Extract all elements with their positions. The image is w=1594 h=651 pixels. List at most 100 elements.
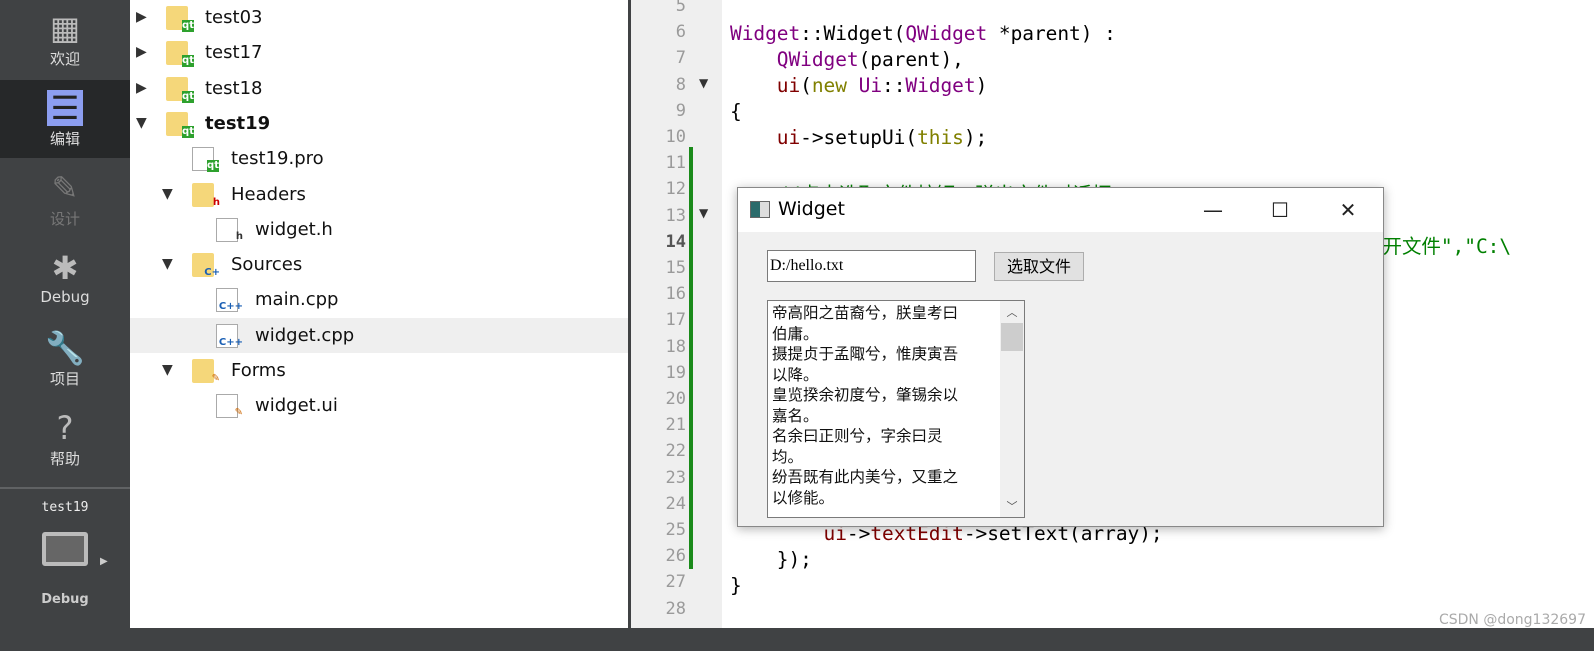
tree-item-label: main.cpp [255,289,339,311]
tree-item-label: test19 [205,112,271,134]
line-number-gutter: 5 6 7 8 9 10 11 12 13 14 15 16 17 18 19 20 21 22 23 24 25 26 2… [631,0,722,628]
line-number: 22 [665,441,686,462]
line-number: 18 [665,336,686,357]
bug-icon: ✱ [51,249,79,287]
cpp-file-icon: C++ [216,323,243,348]
help-icon: ? [56,409,74,447]
qt-project-folder-icon: qt [166,41,194,68]
tree-item-label: Sources [231,254,303,276]
text-line: 帝高阳之苗裔兮，朕皇考曰 [772,304,959,322]
minimize-button[interactable]: — [1183,188,1243,232]
tree-item[interactable]: qt test19.pro [130,141,628,176]
tree-item[interactable]: C++ widget.cpp [130,317,628,353]
code-line: }); [730,548,812,571]
mode-help[interactable]: ? 帮助 [0,400,130,478]
dialog-title: Widget [778,198,845,220]
mode-bug[interactable]: ✱ Debug [0,240,130,318]
scrollbar[interactable]: ︿ ﹀ [1000,301,1024,517]
tree-item-label: widget.cpp [255,324,355,346]
qt-project-folder-icon: qt [166,6,194,32]
expanded-arrow-icon[interactable]: ▼ [162,247,173,282]
tree-item[interactable]: ▼ h Headers [130,177,628,212]
text-line: 以降。 [772,365,819,384]
code-line: { [730,100,742,123]
text-line: 以修能。 [772,488,835,507]
mode-sidebar: ▦ 欢迎 ☰ 编辑 ✎ 设计 ✱ Debug 🔧 项目? 帮助 test19 ▶ Debug [0,0,130,651]
run-target-button[interactable]: ▶ Debug [0,532,130,607]
expanded-arrow-icon[interactable]: ▼ [162,353,173,388]
line-number: 25 [665,520,686,540]
text-edit[interactable]: 帝高阳之苗裔兮，朕皇考曰 伯庸。 摄提贞于孟陬兮，惟庚寅吾 以降。 皇览揆余初度兮，肇锡… [767,300,1025,518]
pro-file-icon: qt [192,147,219,173]
scroll-down-icon[interactable]: ﹀ [1000,498,1024,514]
line-number: 6 [675,22,686,43]
pick-file-button[interactable]: 选取文件 [994,252,1084,281]
line-number: 9 [675,100,686,121]
line-number: 26 [665,546,686,567]
tree-item-label: test18 [205,77,263,99]
scroll-up-icon[interactable]: ︿ [1000,304,1024,320]
expand-arrow-icon: ▶ [100,556,108,567]
text-line: 名余曰正则兮，字余曰灵 [772,427,943,445]
dialog-titlebar[interactable]: Widget — ☐ ✕ [738,188,1383,232]
mode-wrench[interactable]: 🔧 项目 [0,320,130,398]
line-number: 23 [665,467,686,488]
tree-item[interactable]: ▼ ✎ Forms [130,353,628,388]
close-button[interactable]: ✕ [1318,188,1378,232]
cpp-file-icon: C++ [216,288,243,313]
wrench-icon: 🔧 [45,329,85,367]
mode-label: 项目 [49,370,80,388]
mode-label: 帮助 [49,450,80,468]
line-number: 7 [675,48,686,69]
collapsed-arrow-icon[interactable]: ▶ [136,71,147,106]
line-number: 20 [665,389,686,409]
tree-item[interactable]: C++ main.cpp [130,282,628,317]
text-line: 皇览揆余初度兮，肇锡余以 [772,386,959,404]
scrollbar-thumb[interactable] [1001,323,1023,351]
tree-item-label: widget.h [255,218,333,240]
collapsed-arrow-icon[interactable]: ▶ [136,0,147,35]
tree-item-label: test17 [205,42,263,64]
status-bar [130,628,1594,651]
expanded-arrow-icon[interactable]: ▼ [136,106,147,141]
text-line: 纷吾既有此内美兮，又重之 [772,468,959,486]
tree-item[interactable]: h widget.h [130,212,628,247]
maximize-button[interactable]: ☐ [1250,188,1310,232]
line-number: 16 [665,284,686,305]
mode-grid[interactable]: ▦ 欢迎 [0,0,130,78]
edit-icon: ☰ [47,90,83,126]
code-line: Widget::Widget(QWidget *parent) : [730,22,1116,45]
expanded-arrow-icon[interactable]: ▼ [162,177,173,212]
mode-edit[interactable]: ☰ 编辑 [0,80,130,158]
line-number: 13 [665,205,686,226]
fold-arrow-icon[interactable]: ▼ [699,206,708,220]
fold-arrow-icon[interactable]: ▼ [699,76,708,90]
tree-item[interactable]: ▼ C+ Sources [130,247,628,282]
ui-file-icon: ✎ [216,394,243,419]
line-number: 10 [665,127,686,147]
qt-project-folder-icon: qt [166,76,194,103]
line-number: 17 [665,310,686,331]
sources-folder-icon: C+ [192,253,220,278]
line-number: 8 [675,74,686,95]
mode-label: 编辑 [49,130,80,148]
tree-item[interactable]: ▼ qt test19 [130,106,628,141]
text-line: 均。 [772,447,804,466]
monitor-icon [42,532,88,566]
line-number: 15 [665,258,686,278]
pencil-icon: ✎ [51,169,79,207]
tree-item[interactable]: ▶ qt test17 [130,35,628,70]
file-path-input[interactable]: D:/hello.txt [767,250,976,282]
divider [0,487,130,489]
line-number: 12 [665,179,686,200]
mode-pencil[interactable]: ✎ 设计 [0,160,130,238]
mode-label: 设计 [49,210,80,228]
grid-icon: ▦ [49,9,81,47]
collapsed-arrow-icon[interactable]: ▶ [136,35,147,70]
line-number: 5 [675,0,686,16]
tree-item[interactable]: ✎ widget.ui [130,388,628,423]
tree-item[interactable]: ▶ qt test03 [130,0,628,35]
watermark: CSDN @dong132697 [1438,612,1586,628]
tree-item[interactable]: ▶ qt test18 [130,71,628,106]
tree-item-label: Forms [231,360,286,381]
